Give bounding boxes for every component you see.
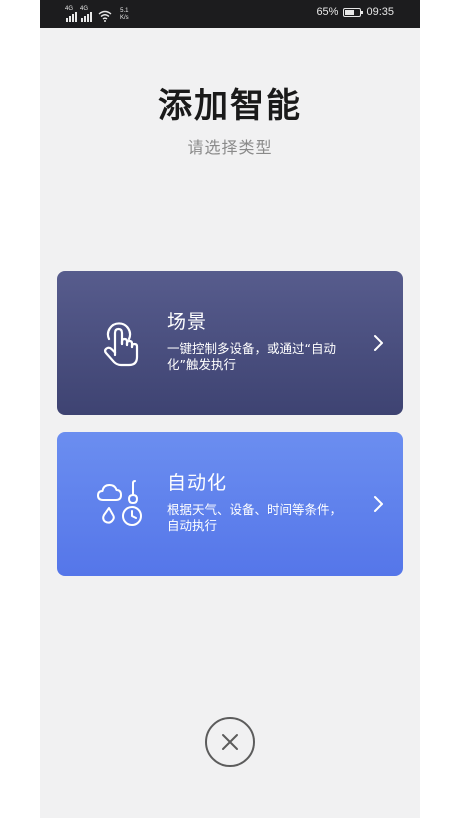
scene-card-title: 场景 [167, 311, 208, 333]
close-button[interactable] [205, 717, 255, 767]
network-speed-value: 5.1 [120, 8, 129, 14]
network-speed-unit: K/s [120, 15, 129, 21]
signal-icon: 4G [65, 6, 77, 22]
phone-screen: 4G 4G 5.1 K/s 65% 09:35 添加智能 请选择类型 场景 一键… [40, 0, 420, 818]
automation-card-title: 自动化 [167, 472, 228, 494]
chevron-right-icon [374, 335, 383, 351]
scene-card-description: 一键控制多设备，或通过“自动化”触发执行 [167, 341, 336, 372]
wifi-icon [98, 10, 112, 22]
close-icon [222, 734, 238, 750]
network-type-label: 4G [80, 6, 89, 12]
automation-card-description: 根据天气、设备、时间等条件，自动执行 [167, 502, 343, 533]
scene-card[interactable]: 场景 一键控制多设备，或通过“自动化”触发执行 [57, 271, 403, 415]
signal-icon: 4G [80, 6, 92, 22]
status-bar: 4G 4G 5.1 K/s 65% 09:35 [40, 0, 420, 28]
page-title: 添加智能 [158, 86, 302, 126]
battery-percent: 65% [316, 6, 339, 18]
status-right: 65% 09:35 [316, 6, 394, 18]
page-subtitle: 请选择类型 [187, 138, 273, 157]
chevron-right-icon [374, 496, 383, 512]
tap-hand-icon [104, 322, 139, 367]
battery-fill [345, 9, 355, 15]
status-left: 4G 4G 5.1 K/s [65, 4, 129, 22]
network-type-label: 4G [65, 6, 74, 12]
network-speed: 5.1 K/s [120, 8, 129, 22]
weather-clock-icon [97, 480, 142, 526]
automation-card[interactable]: 自动化 根据天气、设备、时间等条件，自动执行 [57, 432, 403, 576]
clock-time: 09:35 [366, 6, 394, 18]
battery-icon [343, 7, 364, 17]
